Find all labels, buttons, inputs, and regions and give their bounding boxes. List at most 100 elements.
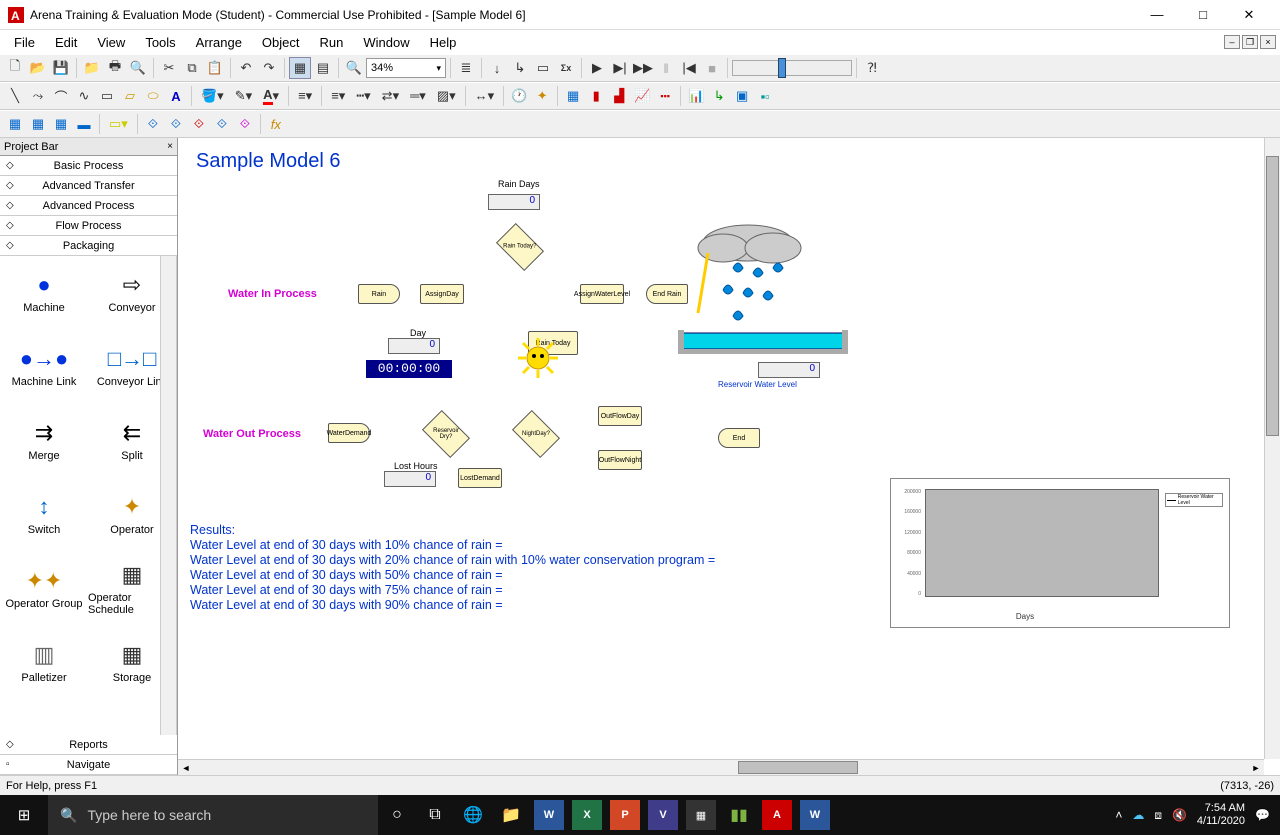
palette-switch[interactable]: ↕Switch (0, 478, 88, 552)
arrow-style-button[interactable]: ⇄▾ (377, 85, 404, 107)
onedrive-icon[interactable]: ☁ (1132, 808, 1144, 822)
line-weight-button[interactable]: ≡▾ (326, 85, 350, 107)
level-icon[interactable]: ▮ (585, 85, 607, 107)
text-tool[interactable]: A (165, 85, 187, 107)
start-button[interactable]: ⊞ (0, 795, 48, 835)
module-outflow-day[interactable]: OutFlowDay (598, 406, 642, 426)
station-icon[interactable]: ▣ (731, 85, 753, 107)
template-navigate[interactable]: Navigate (0, 755, 177, 775)
template-flow-process[interactable]: Flow Process (0, 216, 177, 236)
palette-machine[interactable]: ●Machine (0, 256, 88, 330)
resource-icon[interactable]: 📊 (685, 85, 707, 107)
clock-icon[interactable]: 🕐 (508, 85, 530, 107)
fill-color-button[interactable]: 🪣▾ (196, 85, 229, 107)
layers-button[interactable]: ≣ (455, 57, 477, 79)
menu-edit[interactable]: Edit (45, 32, 87, 53)
zoom-combo[interactable]: 34% (366, 58, 446, 78)
module-assign-day[interactable]: AssignDay (420, 284, 464, 304)
file-explorer-icon[interactable]: 📁 (496, 800, 526, 830)
anim-network-icon[interactable]: ⟐ (234, 113, 256, 135)
close-button[interactable]: ✕ (1226, 0, 1272, 30)
maximize-button[interactable]: □ (1180, 0, 1226, 30)
polyline-tool[interactable]: ⤳ (27, 85, 49, 107)
step-button[interactable]: ▶| (609, 57, 631, 79)
module-lost-demand[interactable]: LostDemand (458, 468, 502, 488)
notifications-icon[interactable]: 💬 (1255, 808, 1270, 822)
line-tool[interactable]: ╲ (4, 85, 26, 107)
menu-run[interactable]: Run (310, 32, 354, 53)
anim-promote-icon[interactable]: fx (265, 113, 287, 135)
anim-parking-icon[interactable]: ▦ (50, 113, 72, 135)
cortana-icon[interactable]: ○ (382, 800, 412, 830)
tray-chevron-icon[interactable]: ˄ (1115, 808, 1122, 822)
palette-machine-link[interactable]: ●→●Machine Link (0, 330, 88, 404)
module-assign-water-level[interactable]: AssignWaterLevel (580, 284, 624, 304)
mdi-close-button[interactable]: × (1260, 35, 1276, 49)
speed-slider[interactable] (732, 60, 852, 76)
taskbar-clock[interactable]: 7:54 AM4/11/2020 (1197, 802, 1245, 828)
redo-button[interactable]: ↷ (258, 57, 280, 79)
anim-queue-icon[interactable]: ▦ (4, 113, 26, 135)
zoom-button[interactable]: 🔍 (343, 57, 365, 79)
dash-style-button[interactable]: ┅▾ (351, 85, 375, 107)
palette-merge[interactable]: ⇉Merge (0, 404, 88, 478)
excel-icon[interactable]: X (572, 800, 602, 830)
fast-forward-button[interactable]: ▶▶ (632, 57, 654, 79)
palette-palletizer[interactable]: ▥Palletizer (0, 626, 88, 700)
anim-intersect-icon[interactable]: ⟐ (142, 113, 164, 135)
line-style-button[interactable]: ≡▾ (293, 85, 317, 107)
new-button[interactable]: 🗋 (4, 57, 26, 79)
fill-pattern-button[interactable]: ▨▾ (432, 85, 461, 107)
arc-tool[interactable]: ⌒ (50, 85, 72, 107)
anim-storage-icon[interactable]: ▦ (27, 113, 49, 135)
copy-button[interactable]: ⧉ (181, 57, 203, 79)
variables-button[interactable]: Σx (555, 57, 577, 79)
chrome-icon[interactable]: 🌐 (458, 800, 488, 830)
model-canvas[interactable]: Sample Model 6 Water In Process Rain Day… (178, 138, 1264, 759)
volume-icon[interactable]: 🔇 (1172, 808, 1187, 822)
taskbar-search[interactable]: 🔍 Type here to search (48, 795, 378, 835)
template-packaging[interactable]: Packaging (0, 236, 177, 256)
toggle-view-button[interactable]: ▦ (289, 57, 311, 79)
context-help-button[interactable]: ⁈ (861, 57, 883, 79)
word-icon-2[interactable]: W (800, 800, 830, 830)
queue-icon[interactable]: ▪▪▪ (654, 85, 676, 107)
vertical-scrollbar[interactable] (1264, 138, 1280, 759)
start-over-button[interactable]: |◀ (678, 57, 700, 79)
anim-seize-icon[interactable]: ▬ (73, 113, 95, 135)
line-pattern-button[interactable]: ═▾ (405, 85, 431, 107)
arena-taskbar-icon[interactable]: A (762, 800, 792, 830)
text-color-button[interactable]: A▾ (258, 85, 284, 107)
anim-route-icon[interactable]: ⟐ (165, 113, 187, 135)
module-end[interactable]: End (718, 428, 760, 448)
open-project-button[interactable]: 📁 (81, 57, 103, 79)
ellipse-tool[interactable]: ⬭ (142, 85, 164, 107)
anim-station-icon[interactable]: ▭▾ (104, 113, 133, 135)
histogram-icon[interactable]: ▟ (608, 85, 630, 107)
save-button[interactable]: 💾 (50, 57, 72, 79)
horizontal-scrollbar[interactable] (178, 759, 1264, 775)
plot-icon[interactable]: 📈 (631, 85, 653, 107)
template-advanced-transfer[interactable]: Advanced Transfer (0, 176, 177, 196)
word-icon[interactable]: W (534, 800, 564, 830)
global-icon[interactable]: ↳ (708, 85, 730, 107)
template-advanced-process[interactable]: Advanced Process (0, 196, 177, 216)
template-reports[interactable]: Reports (0, 735, 177, 755)
menu-window[interactable]: Window (353, 32, 419, 53)
task-view-icon[interactable]: ⧉ (420, 800, 450, 830)
project-bar-close-button[interactable]: × (167, 141, 173, 152)
module-outflow-night[interactable]: OutFlowNight (598, 450, 642, 470)
connect-down-button[interactable]: ↓ (486, 57, 508, 79)
anim-distance-icon[interactable]: ⟐ (211, 113, 233, 135)
menu-arrange[interactable]: Arrange (186, 32, 252, 53)
menu-object[interactable]: Object (252, 32, 310, 53)
print-preview-button[interactable]: 🔍 (127, 57, 149, 79)
module-reservoir-dry[interactable]: Reservoir Dry? (422, 410, 470, 458)
bezier-tool[interactable]: ∿ (73, 85, 95, 107)
go-button[interactable]: ▶ (586, 57, 608, 79)
module-rain[interactable]: Rain (358, 284, 400, 304)
split-view-button[interactable]: ▤ (312, 57, 334, 79)
width-button[interactable]: ↔▾ (470, 85, 500, 107)
menu-tools[interactable]: Tools (135, 32, 185, 53)
visio-icon[interactable]: V (648, 800, 678, 830)
